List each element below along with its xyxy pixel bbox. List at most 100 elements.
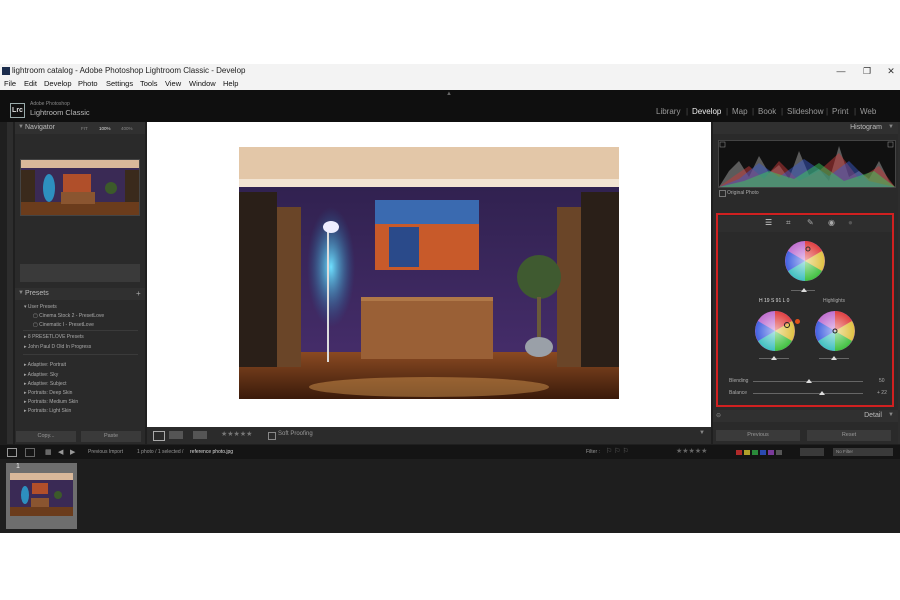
presets-header[interactable]: ▼ Presets + [15,288,145,300]
panel-switch-icon[interactable]: ⊖ [716,412,721,419]
loupe-view-icon[interactable] [153,431,165,441]
left-panel-toggle[interactable] [7,122,13,444]
copy-button[interactable]: Copy... [16,431,76,442]
detail-header[interactable]: ⊖ Detail ▼ [713,410,898,422]
module-slideshow[interactable]: Slideshow [787,107,823,116]
green-label-filter[interactable] [752,450,758,455]
filmstrip: 1 [0,459,900,533]
histogram-header[interactable]: Histogram ▼ [713,122,898,134]
no-filter-value: No Filter [836,449,854,454]
preset-group[interactable]: ▸ 8 PRESETLOVE Presets [24,334,84,340]
histogram-title: Histogram [850,124,882,131]
collapse-top-icon[interactable]: ▲ [446,91,452,97]
highlight-clipping-icon [887,141,894,148]
histogram-graph [719,141,895,187]
custom-filter[interactable] [800,448,824,456]
module-web[interactable]: Web [860,107,876,116]
preset-group[interactable]: ▸ Portraits: Medium Skin [24,399,78,405]
navigator-preview-image [21,160,139,215]
brand-line-2: Lightroom Classic [30,108,90,117]
app-icon [2,67,10,75]
menu-help[interactable]: Help [223,79,238,88]
toolbar-menu-icon[interactable]: ▼ [699,430,705,436]
thumbnail-image [10,473,73,516]
flag-filter-icon[interactable]: ⚐ ⚐ ⚐ [606,447,629,455]
close-icon[interactable]: ✕ [884,65,898,77]
add-preset-icon[interactable]: + [136,289,141,298]
paste-button[interactable]: Paste [81,431,141,442]
image-view[interactable] [147,122,711,427]
preset-group[interactable]: ▸ Adaptive: Portrait [24,362,66,368]
preset-group-user[interactable]: ▾ User Presets [24,304,57,310]
collapse-triangle-icon: ▼ [888,124,894,130]
yellow-label-filter[interactable] [744,450,750,455]
menu-bar: File Edit Develop Photo Settings Tools V… [0,78,900,90]
filename[interactable]: reference photo.jpg [190,449,233,455]
zoom-other[interactable]: 400% [121,126,133,131]
preset-item[interactable]: ▢ Cinematic I - PresetLove [33,322,94,328]
identity-plate: ▲ Lrc Adobe Photoshop Lightroom Classic … [0,90,900,122]
module-print[interactable]: Print [832,107,848,116]
histogram[interactable] [718,140,896,188]
soft-proofing-label: Soft Proofing [278,431,313,437]
module-book[interactable]: Book [758,107,776,116]
main-photo [239,147,619,399]
menu-develop[interactable]: Develop [44,79,72,88]
previous-button[interactable]: Previous [716,430,800,441]
purple-label-filter[interactable] [768,450,774,455]
preset-group[interactable]: ▸ Adaptive: Sky [24,372,58,378]
menu-tools[interactable]: Tools [140,79,158,88]
previous-import[interactable]: Previous Import [88,449,123,455]
right-panel: Histogram ▼ Original Photo ☰ ⌗ ✎ ◉ ● H 1… [713,122,898,444]
red-label-filter[interactable] [736,450,742,455]
preset-item[interactable]: ▢ Cinema Stock 2 - PresetLove [33,313,104,319]
menu-photo[interactable]: Photo [78,79,98,88]
preset-group[interactable]: ▸ Adaptive: Subject [24,381,67,387]
module-map[interactable]: Map [732,107,748,116]
thumbnail-index: 1 [16,463,20,470]
grid-view-icon[interactable]: ▦ [45,448,52,456]
filter-label: Filter : [586,449,600,455]
reset-button[interactable]: Reset [807,430,891,441]
highlight-annotation-box [716,213,894,407]
zoom-slider-area[interactable] [20,264,140,282]
window-title: lightroom catalog - Adobe Photoshop Ligh… [12,66,246,75]
menu-view[interactable]: View [165,79,181,88]
maximize-icon[interactable]: ❐ [860,65,874,77]
presets-title: Presets [25,290,49,297]
menu-window[interactable]: Window [189,79,216,88]
before-after-split-icon[interactable] [193,431,207,439]
back-arrow-icon[interactable]: ◀ [58,448,63,456]
menu-settings[interactable]: Settings [106,79,133,88]
filmstrip-thumbnail[interactable]: 1 [6,463,77,529]
preset-group[interactable]: ▸ Portraits: Deep Skin [24,390,72,396]
before-after-icon[interactable] [169,431,183,439]
blue-label-filter[interactable] [760,450,766,455]
module-develop[interactable]: Develop [692,107,721,116]
forward-arrow-icon[interactable]: ▶ [70,448,75,456]
filter-dropdown[interactable]: No Filter [833,448,893,456]
zoom-100[interactable]: 100% [99,126,111,131]
photo-count: 1 photo / 1 selected / [137,449,184,455]
minimize-icon[interactable]: — [834,65,848,77]
navigator-header[interactable]: ▼ Navigator FIT 100% 400% [15,122,145,134]
preset-group[interactable]: ▸ Portraits: Light Skin [24,408,71,414]
lightroom-app: ▲ Lrc Adobe Photoshop Lightroom Classic … [0,90,900,533]
menu-file[interactable]: File [4,79,16,88]
rating-stars[interactable]: ★★★★★ [221,430,252,438]
original-photo-checkbox[interactable] [719,190,726,197]
other-label-filter[interactable] [776,450,782,455]
collapse-triangle-icon: ▼ [18,124,24,130]
original-photo-label: Original Photo [727,190,759,196]
zoom-fit[interactable]: FIT [81,126,88,131]
navigator-preview[interactable] [20,159,140,216]
menu-edit[interactable]: Edit [24,79,37,88]
soft-proofing-checkbox[interactable] [268,432,276,440]
second-window-icon[interactable] [25,448,35,457]
rating-filter-stars[interactable]: ★★★★★ [676,447,707,455]
main-window-icon[interactable] [7,448,17,457]
navigator-title: Navigator [25,124,55,131]
preset-group[interactable]: ▸ John Paul D Old In Progress [24,344,91,350]
module-library[interactable]: Library [656,107,680,116]
collapse-triangle-icon: ▼ [18,290,24,296]
